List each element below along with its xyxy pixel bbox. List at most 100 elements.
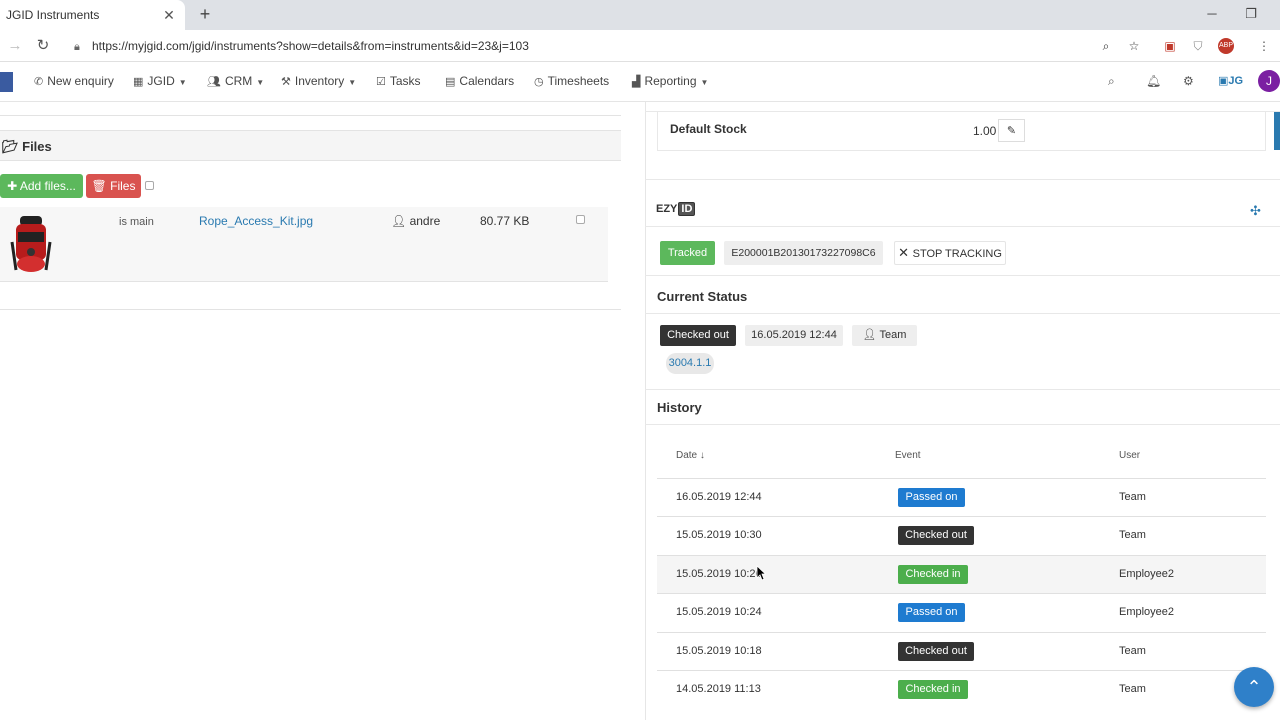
restore-icon[interactable]: ❐ bbox=[1241, 5, 1261, 23]
table-row[interactable]: 15.05.2019 10:30 Checked out Team bbox=[657, 516, 1266, 554]
files-title: 📂︎ Files bbox=[2, 139, 52, 154]
forward-icon[interactable]: → bbox=[6, 37, 24, 55]
puzzle-icon[interactable]: ✣ bbox=[1250, 203, 1261, 219]
new-tab-icon[interactable]: + bbox=[196, 5, 214, 23]
sort-down-icon: ↓ bbox=[697, 450, 705, 461]
caret-down-icon: ▼ bbox=[700, 78, 709, 87]
ezy-divider bbox=[645, 226, 1280, 227]
table-row[interactable]: 15.05.2019 10:24 Passed on Employee2 bbox=[657, 593, 1266, 631]
column-header-event[interactable]: Event bbox=[895, 450, 921, 461]
nav-jgid[interactable]: ▦ JGID ▼ bbox=[133, 74, 187, 88]
status-datetime: 16.05.2019 12:44 bbox=[745, 325, 843, 346]
tag-code: E200001B20130173227098C6 bbox=[724, 241, 883, 265]
app-logo[interactable] bbox=[0, 72, 13, 92]
version-badge[interactable]: 3004.1.1 bbox=[666, 353, 714, 374]
pdf-extension-icon[interactable]: ▣ bbox=[1162, 38, 1178, 54]
nav-new-enquiry[interactable]: ✆ New enquiry bbox=[34, 74, 114, 88]
column-divider bbox=[645, 102, 646, 720]
history-date: 14.05.2019 11:13 bbox=[676, 683, 761, 695]
close-icon: ✕ bbox=[898, 245, 913, 260]
table-row[interactable]: 16.05.2019 12:44 Passed on Team bbox=[657, 478, 1266, 516]
file-thumbnail[interactable] bbox=[8, 212, 56, 276]
nav-tasks[interactable]: ☑ Tasks bbox=[376, 74, 421, 88]
star-icon[interactable]: ☆ bbox=[1126, 38, 1142, 54]
grid-icon: ▦ bbox=[133, 76, 144, 88]
column-header-user[interactable]: User bbox=[1119, 450, 1140, 461]
history-user: Team bbox=[1119, 529, 1146, 541]
column-header-date[interactable]: Date ↓ bbox=[676, 450, 705, 461]
browser-tab[interactable]: JGID Instruments ✕ bbox=[0, 0, 185, 30]
history-user: Team bbox=[1119, 645, 1146, 657]
caret-down-icon: ▼ bbox=[348, 78, 357, 87]
history-user: Team bbox=[1119, 491, 1146, 503]
nav-timesheets[interactable]: ◷ Timesheets bbox=[534, 74, 609, 88]
file-size: 80.77 KB bbox=[480, 214, 530, 228]
nav-calendars[interactable]: ▤ Calendars bbox=[445, 74, 514, 88]
caret-down-icon: ▼ bbox=[178, 78, 187, 87]
user-icon: 👤︎ bbox=[862, 329, 880, 341]
history-user: Employee2 bbox=[1119, 606, 1175, 618]
url-field[interactable]: 🔒︎ https://myjgid.com/jgid/instruments?sh… bbox=[74, 36, 529, 57]
hammer-icon: ⚒ bbox=[281, 76, 291, 88]
adblock-extension-icon[interactable]: ABP bbox=[1218, 38, 1234, 54]
edit-stock-button[interactable]: ✎ bbox=[998, 119, 1025, 142]
file-link[interactable]: Rope_Access_Kit.jpg bbox=[199, 214, 313, 228]
add-files-button[interactable]: ✚ Add files... bbox=[0, 174, 83, 198]
address-bar: → ↻ 🔒︎ https://myjgid.com/jgid/instrument… bbox=[0, 30, 1280, 62]
history-user: Team bbox=[1119, 683, 1146, 695]
plus-icon: ✚ bbox=[7, 179, 20, 193]
caret-down-icon: ▼ bbox=[256, 78, 265, 87]
tracked-badge: Tracked bbox=[660, 241, 715, 265]
lock-icon: 🔒︎ bbox=[74, 41, 80, 53]
gear-icon[interactable]: ⚙ bbox=[1183, 74, 1194, 88]
files-header: 📂︎ Files bbox=[0, 130, 621, 161]
panel-top-divider bbox=[0, 102, 621, 116]
avatar[interactable]: J bbox=[1258, 70, 1280, 92]
history-date: 15.05.2019 10:24 bbox=[676, 606, 762, 618]
file-row-checkbox[interactable] bbox=[576, 215, 585, 224]
user-icon: 👤︎ bbox=[391, 214, 410, 228]
tracking-divider bbox=[645, 275, 1280, 276]
history-top-divider bbox=[645, 389, 1280, 390]
table-row[interactable]: 15.05.2019 10:26 Checked in Employee2 bbox=[657, 555, 1266, 593]
nav-reporting[interactable]: ▟ Reporting ▼ bbox=[632, 74, 708, 88]
stop-tracking-button[interactable]: ✕ STOP TRACKING bbox=[894, 241, 1006, 265]
scroll-to-top-button[interactable]: ⌃ bbox=[1234, 667, 1274, 707]
select-all-checkbox[interactable] bbox=[145, 181, 154, 190]
status-badge: Checked out bbox=[660, 325, 736, 346]
jg-switch[interactable]: ▣JG bbox=[1218, 74, 1243, 87]
table-row[interactable]: 15.05.2019 10:18 Checked out Team bbox=[657, 632, 1266, 670]
event-badge: Passed on bbox=[898, 603, 965, 622]
menu-kebab-icon[interactable]: ⋮ bbox=[1256, 38, 1272, 54]
delete-files-button[interactable]: 🗑︎ Files bbox=[86, 174, 141, 198]
ezyid-logo: EZY ID bbox=[656, 202, 696, 216]
nav-crm[interactable]: 👥︎ CRM ▼ bbox=[207, 74, 264, 88]
reload-icon[interactable]: ↻ bbox=[34, 37, 52, 55]
scrollbar-indicator[interactable] bbox=[1274, 112, 1280, 150]
browser-tabbar: JGID Instruments ✕ + ─ ❐ bbox=[0, 0, 1280, 30]
nav-inventory[interactable]: ⚒ Inventory ▼ bbox=[281, 74, 356, 88]
current-status-divider bbox=[645, 313, 1280, 314]
history-title: History bbox=[657, 400, 702, 415]
history-divider bbox=[645, 424, 1280, 425]
mouse-cursor-icon bbox=[756, 565, 766, 581]
event-badge: Checked in bbox=[898, 680, 968, 699]
search-icon[interactable]: ⌕ bbox=[1098, 38, 1114, 54]
tab-title: JGID Instruments bbox=[6, 8, 100, 22]
table-row[interactable]: 14.05.2019 11:13 Checked in Team bbox=[657, 670, 1266, 708]
chevron-up-icon: ⌃ bbox=[1246, 677, 1262, 697]
file-user: 👤︎ andre bbox=[391, 214, 441, 228]
status-user: 👤︎ Team bbox=[852, 325, 917, 346]
history-date: 15.05.2019 10:30 bbox=[676, 529, 762, 541]
phone-icon: ✆ bbox=[34, 76, 44, 88]
checkbox-icon: ☑ bbox=[376, 76, 386, 88]
pencil-icon: ✎ bbox=[1006, 125, 1017, 137]
search-icon[interactable]: ⌕ bbox=[1108, 74, 1115, 89]
close-icon[interactable]: ✕ bbox=[161, 7, 177, 23]
minimize-icon[interactable]: ─ bbox=[1202, 5, 1222, 23]
bell-icon[interactable]: 🔔︎ bbox=[1146, 74, 1161, 88]
shield-extension-icon[interactable]: ⛉ bbox=[1190, 38, 1206, 54]
event-badge: Checked out bbox=[898, 642, 974, 661]
files-bottom-divider bbox=[0, 309, 621, 310]
folder-open-icon: 📂︎ bbox=[2, 139, 23, 154]
